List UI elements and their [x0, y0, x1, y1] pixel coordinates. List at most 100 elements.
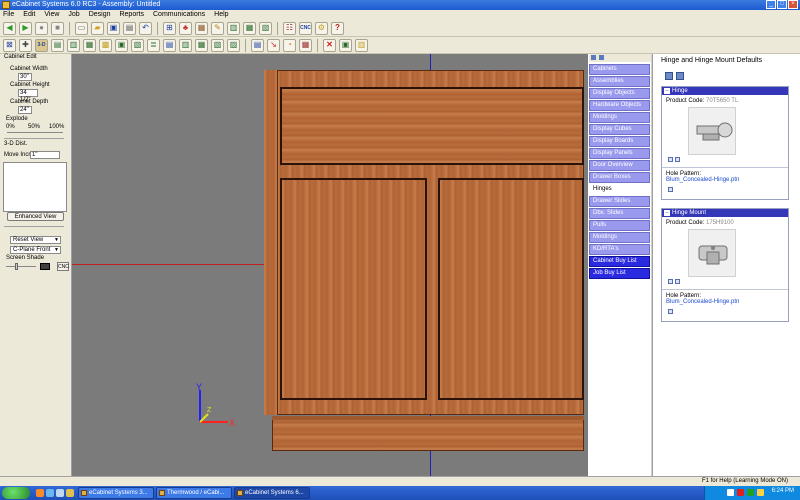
cabinet-height-field[interactable]: 34 1/2" [18, 89, 38, 103]
list-icon[interactable]: ☷ [283, 21, 296, 35]
draw-icon[interactable]: ▤ [251, 38, 264, 52]
category-item[interactable]: Hardware Objects [589, 100, 650, 111]
stack-icon[interactable]: ▦ [243, 21, 256, 35]
desktop-icon[interactable] [56, 489, 64, 497]
network-icon[interactable] [727, 489, 734, 496]
menu-job[interactable]: Job [68, 10, 79, 20]
taskbar-item[interactable]: Thermwood / eCabi... [156, 487, 232, 499]
menu-communications[interactable]: Communications [153, 10, 205, 20]
settings-icon[interactable]: ▥ [355, 38, 368, 52]
dimension-icon[interactable]: ▩ [99, 38, 112, 52]
cabinet-icon[interactable]: ▥ [227, 21, 240, 35]
record-icon[interactable]: ● [35, 21, 48, 35]
reset-view-select[interactable]: Reset View ▼ [10, 236, 61, 244]
cabinet-side-panel[interactable] [264, 70, 278, 415]
enhanced-view-button[interactable]: Enhanced View [7, 212, 64, 221]
hole-pattern-value[interactable]: Blum_Concealed-Hinge.ptn [666, 177, 739, 183]
cabinet-depth-field[interactable]: 24" [18, 106, 32, 114]
category-item[interactable]: Door Overview [589, 160, 650, 171]
detail-icon[interactable]: ▧ [131, 38, 144, 52]
rotate-icon[interactable]: ▦ [195, 38, 208, 52]
category-item[interactable]: KD/RTA's [589, 244, 650, 255]
category-item[interactable]: Display Objects [589, 88, 650, 99]
cabinet-toe-kick[interactable] [272, 416, 584, 451]
minimize-button[interactable]: _ [766, 0, 776, 9]
volume-icon[interactable] [757, 489, 764, 496]
info-icon[interactable] [675, 157, 680, 162]
bitmap-icon[interactable]: ▣ [339, 38, 352, 52]
shade-color-swatch[interactable] [40, 263, 50, 270]
screen-shade-slider[interactable] [6, 266, 36, 267]
ie-icon[interactable] [46, 489, 54, 497]
gear-icon[interactable]: ⚙ [315, 21, 328, 35]
security-icon[interactable] [737, 489, 744, 496]
menu-design[interactable]: Design [89, 10, 111, 20]
clock[interactable]: 6:24 PM [772, 488, 794, 494]
door-right[interactable] [438, 178, 584, 400]
assembly-icon[interactable]: ⊞ [163, 21, 176, 35]
start-button[interactable] [2, 487, 30, 499]
list-view-icon[interactable] [676, 72, 684, 80]
collapse-icon[interactable]: – [664, 88, 670, 94]
help-icon[interactable]: ? [331, 21, 344, 35]
menu-help[interactable]: Help [214, 10, 228, 20]
cnc-button[interactable]: CNC [57, 262, 69, 271]
pin-icon[interactable] [599, 55, 604, 60]
view-top-icon[interactable]: ▥ [67, 38, 80, 52]
cplane-select[interactable]: C-Plane Front ▼ [10, 246, 61, 254]
menu-file[interactable]: File [3, 10, 14, 20]
collapse-icon[interactable]: – [664, 210, 670, 216]
category-item[interactable]: Drawer Slides [589, 196, 650, 207]
hole-pattern-value[interactable]: Blum_Concealed-Hinge.ptn [666, 299, 739, 305]
collapse-icon[interactable] [591, 55, 596, 60]
measure-icon[interactable]: ◔ [283, 38, 296, 52]
screen-shade-knob[interactable] [15, 263, 18, 270]
material-icon[interactable]: ▦ [195, 21, 208, 35]
view-side-icon[interactable]: ▦ [83, 38, 96, 52]
grid-icon[interactable]: ▣ [115, 38, 128, 52]
pencil-icon[interactable]: ✎ [211, 21, 224, 35]
menu-view[interactable]: View [44, 10, 59, 20]
drawer-front[interactable] [280, 87, 584, 165]
category-item[interactable]: Display Boards [589, 136, 650, 147]
category-item[interactable]: Pulls [589, 220, 650, 231]
update-icon[interactable] [747, 489, 754, 496]
category-item[interactable]: Job Buy List [589, 268, 650, 279]
move-icon[interactable]: ▥ [179, 38, 192, 52]
new-icon[interactable]: ▭ [75, 21, 88, 35]
forward-icon[interactable]: ▶ [19, 21, 32, 35]
report-icon[interactable]: ▧ [259, 21, 272, 35]
render-icon[interactable]: ▤ [163, 38, 176, 52]
paint-icon[interactable]: ♣ [179, 21, 192, 35]
category-item[interactable]: Moldings [589, 112, 650, 123]
door-left[interactable] [280, 178, 427, 400]
category-item[interactable]: Moldings [589, 232, 650, 243]
category-item[interactable]: Drawer Boxes [589, 172, 650, 183]
close-button[interactable]: × [788, 0, 798, 9]
category-item[interactable]: Dbx. Slides [589, 208, 650, 219]
save-icon[interactable]: ▣ [107, 21, 120, 35]
select-icon[interactable]: ⊠ [3, 38, 16, 52]
taskbar-item-active[interactable]: eCabinet Systems 6... [234, 487, 310, 499]
options-icon[interactable]: ▦ [299, 38, 312, 52]
folder-icon[interactable] [66, 489, 74, 497]
firefox-icon[interactable] [36, 489, 44, 497]
edit-icon[interactable] [668, 157, 673, 162]
category-item[interactable]: Display Cubes [589, 124, 650, 135]
line-icon[interactable]: ↘ [267, 38, 280, 52]
edit-icon[interactable]: ✚ [19, 38, 32, 52]
menu-reports[interactable]: Reports [119, 10, 144, 20]
undo-icon[interactable]: ↶ [139, 21, 152, 35]
edit-icon[interactable] [668, 309, 673, 314]
layers-icon[interactable]: ≣ [147, 38, 160, 52]
print-icon[interactable]: ▤ [123, 21, 136, 35]
view-front-icon[interactable]: ▤ [51, 38, 64, 52]
explode-slider[interactable] [7, 132, 63, 133]
delete-icon[interactable]: ✕ [323, 38, 336, 52]
maximize-button[interactable]: □ [777, 0, 787, 9]
info-icon[interactable] [675, 279, 680, 284]
move-incr-field[interactable]: 1" [30, 151, 60, 159]
category-item[interactable]: Display Panels [589, 148, 650, 159]
edit-icon[interactable] [668, 187, 673, 192]
stop-icon[interactable]: ■ [51, 21, 64, 35]
